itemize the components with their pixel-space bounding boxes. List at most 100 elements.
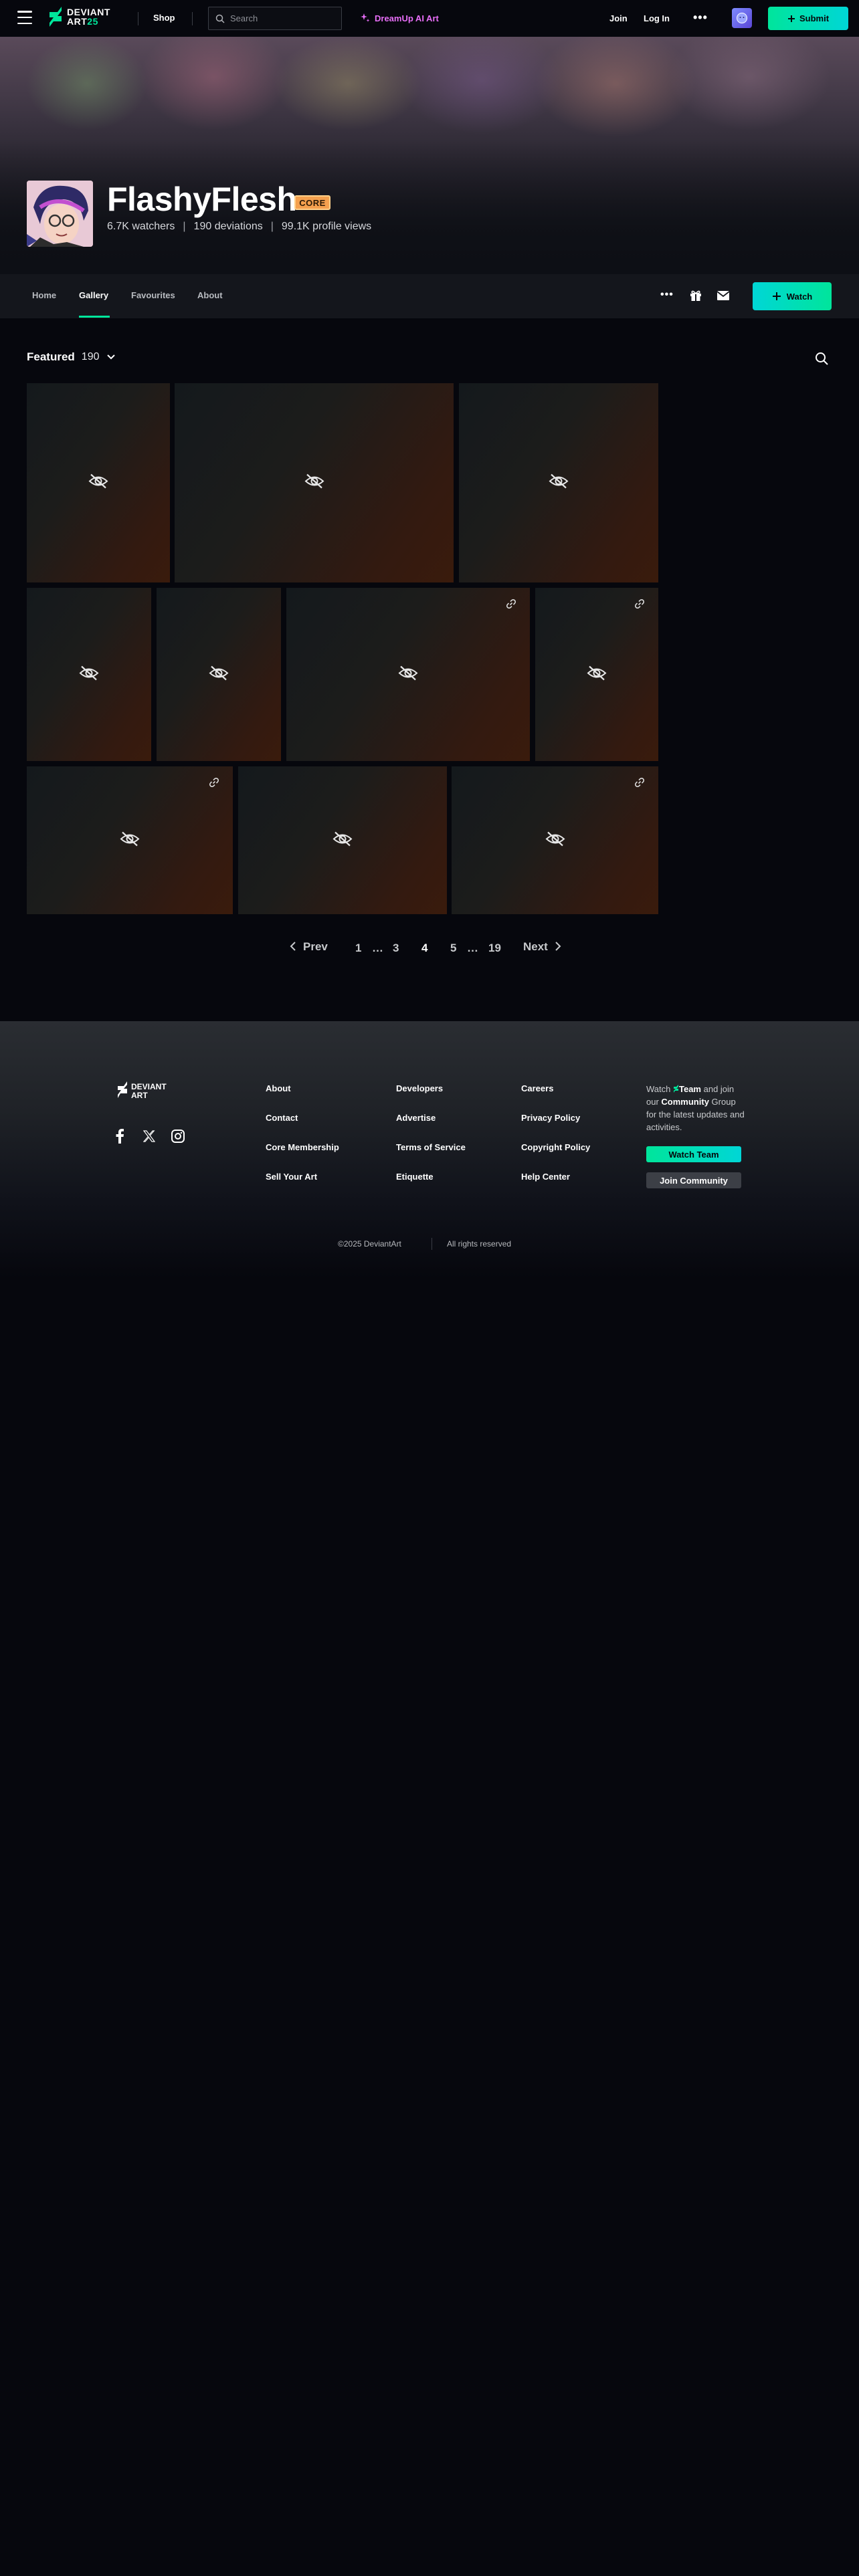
more-menu-button[interactable]: ••• [693, 11, 708, 23]
hidden-content-icon [545, 831, 565, 850]
dreamup-link[interactable]: DreamUp AI Art [360, 13, 439, 23]
page-link[interactable]: 5 [450, 942, 456, 955]
gallery-thumbnail[interactable] [27, 383, 170, 582]
sparkle-icon [361, 13, 370, 22]
top-navigation: DEVIANT ART25 Shop Search DreamUp AI Art… [0, 0, 859, 37]
deviantart-logo[interactable]: DEVIANT ART25 [48, 7, 110, 27]
profile-tabs: Home Gallery Favourites About ••• Watch [0, 274, 859, 318]
team-word: Team [678, 1084, 701, 1094]
page-link[interactable]: 1 [355, 942, 361, 955]
dreamup-label: DreamUp AI Art [375, 13, 439, 23]
search-input[interactable]: Search [208, 7, 342, 30]
footer-link[interactable]: Contact [266, 1113, 298, 1123]
link-icon [506, 599, 516, 613]
core-badge[interactable]: CORE [294, 195, 330, 210]
footer-link[interactable]: Privacy Policy [521, 1113, 580, 1123]
page-link[interactable]: 19 [488, 942, 501, 955]
tab-favourites[interactable]: Favourites [131, 290, 175, 300]
active-tab-indicator [79, 316, 110, 318]
next-button[interactable]: Next [523, 940, 561, 954]
deviantart-logo-icon [50, 7, 62, 27]
gallery-thumbnail[interactable] [175, 383, 454, 582]
submit-label: Submit [799, 13, 830, 23]
gallery-thumbnail[interactable] [27, 588, 151, 761]
watchers-count[interactable]: 6.7K watchers [107, 221, 175, 233]
footer-logo-line2: ART [131, 1091, 148, 1100]
watch-label: Watch [786, 291, 813, 302]
gallery-folder-selector[interactable]: Featured 190 [27, 350, 116, 364]
hidden-content-icon [587, 665, 607, 684]
footer-link[interactable]: Terms of Service [396, 1142, 466, 1152]
page-ellipsis: … [467, 942, 478, 954]
join-community-button[interactable]: Join Community [646, 1172, 741, 1188]
divider [192, 12, 193, 25]
footer-link[interactable]: Copyright Policy [521, 1142, 590, 1152]
search-icon [215, 14, 225, 23]
instagram-icon[interactable] [171, 1130, 185, 1143]
shop-link[interactable]: Shop [153, 13, 175, 23]
profile-views-count: 99.1K profile views [281, 221, 372, 232]
logo-wordmark: DEVIANT ART25 [67, 7, 110, 26]
profile-avatar[interactable] [27, 181, 93, 247]
tab-about[interactable]: About [197, 290, 223, 300]
submit-button[interactable]: Submit [768, 7, 848, 30]
x-twitter-icon[interactable] [143, 1130, 155, 1142]
profile-more-button[interactable]: ••• [660, 289, 674, 301]
gallery-thumbnail[interactable] [286, 588, 530, 761]
link-icon [209, 777, 219, 791]
rights-text: All rights reserved [447, 1239, 512, 1249]
link-icon [634, 777, 645, 791]
gallery-thumbnail[interactable] [535, 588, 658, 761]
hidden-content-icon [120, 831, 140, 850]
gallery-thumbnail[interactable] [157, 588, 281, 761]
footer-link[interactable]: Developers [396, 1083, 443, 1093]
hidden-content-icon [209, 665, 229, 684]
chevron-right-icon [555, 942, 561, 951]
hidden-content-icon [79, 665, 99, 684]
profile-banner [0, 37, 859, 274]
join-link[interactable]: Join [609, 13, 628, 23]
watch-button[interactable]: Watch [753, 282, 832, 310]
footer-link[interactable]: Careers [521, 1083, 553, 1093]
gallery-thumbnail[interactable] [238, 766, 447, 914]
prev-label: Prev [303, 940, 328, 953]
footer-link[interactable]: Advertise [396, 1113, 436, 1123]
stats-separator: | [183, 221, 186, 232]
copyright-text: ©2025 DeviantArt [338, 1239, 401, 1249]
login-link[interactable]: Log In [644, 13, 670, 23]
hidden-content-icon [88, 473, 108, 493]
footer-link[interactable]: Sell Your Art [266, 1172, 317, 1182]
prev-button[interactable]: Prev [290, 940, 328, 954]
hidden-content-icon [304, 473, 324, 493]
profile-username[interactable]: FlashyFlesh [107, 179, 297, 219]
tab-gallery[interactable]: Gallery [79, 290, 108, 300]
logo-line-2: ART25 [67, 16, 98, 27]
facebook-icon[interactable] [115, 1129, 124, 1144]
footer-link[interactable]: Core Membership [266, 1142, 339, 1152]
footer-link[interactable]: Etiquette [396, 1172, 434, 1182]
footer-watch-text: Watch Team and join our Community Group … [646, 1083, 747, 1134]
hidden-content-icon [549, 473, 569, 493]
footer-link[interactable]: About [266, 1083, 291, 1093]
gift-icon[interactable] [689, 289, 702, 302]
user-avatar[interactable] [732, 8, 752, 28]
footer-link[interactable]: Help Center [521, 1172, 570, 1182]
deviations-count[interactable]: 190 deviations [194, 221, 263, 233]
watch-team-button[interactable]: Watch Team [646, 1146, 741, 1162]
footer-logo[interactable]: DEVIANT ART [116, 1080, 190, 1106]
deviantart-logo-icon: DEVIANT ART [118, 1081, 167, 1100]
page-link[interactable]: 3 [393, 942, 399, 955]
avatar-face-icon [736, 12, 748, 24]
gallery-thumbnail[interactable] [452, 766, 658, 914]
plus-icon [787, 15, 795, 22]
deviantart-mini-icon [673, 1085, 678, 1093]
search-placeholder: Search [230, 13, 258, 23]
gallery-title: Featured [27, 350, 75, 363]
menu-icon[interactable] [17, 11, 32, 24]
gallery-thumbnail[interactable] [459, 383, 658, 582]
gallery-thumbnail[interactable] [27, 766, 233, 914]
gallery-search-icon[interactable] [815, 352, 828, 365]
mail-icon[interactable] [717, 290, 730, 301]
page-current: 4 [421, 942, 428, 954]
tab-home[interactable]: Home [32, 290, 56, 300]
